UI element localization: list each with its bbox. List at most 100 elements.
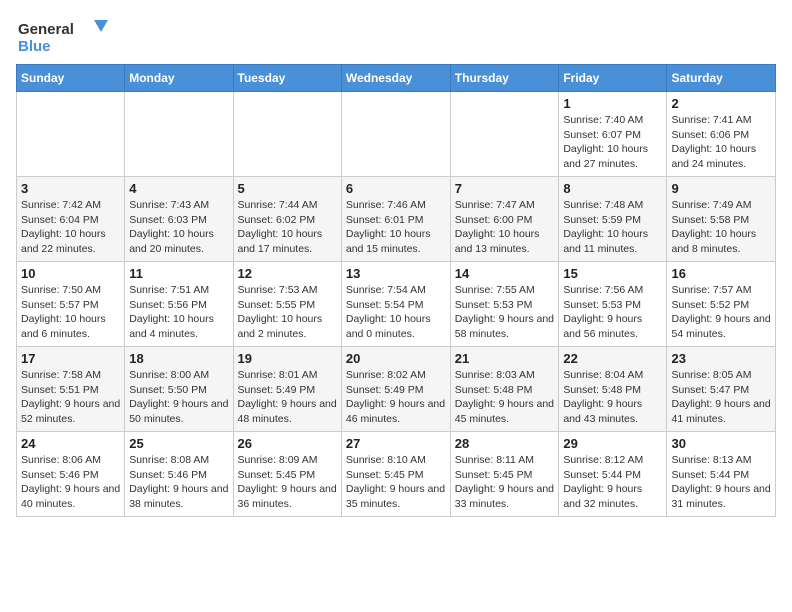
header-cell-wednesday: Wednesday xyxy=(341,65,450,92)
day-cell: 5 Sunrise: 7:44 AM Sunset: 6:02 PM Daylig… xyxy=(233,177,341,262)
day-info: Sunrise: 7:46 AM Sunset: 6:01 PM Dayligh… xyxy=(346,198,446,257)
day-number: 27 xyxy=(346,436,446,451)
day-info: Sunrise: 8:02 AM Sunset: 5:49 PM Dayligh… xyxy=(346,368,446,427)
day-cell: 22 Sunrise: 8:04 AM Sunset: 5:48 PM Dayli… xyxy=(559,347,667,432)
day-cell: 4 Sunrise: 7:43 AM Sunset: 6:03 PM Daylig… xyxy=(125,177,233,262)
day-cell: 24 Sunrise: 8:06 AM Sunset: 5:46 PM Dayli… xyxy=(17,432,125,517)
day-cell xyxy=(17,92,125,177)
day-info: Sunrise: 7:49 AM Sunset: 5:58 PM Dayligh… xyxy=(671,198,771,257)
day-cell: 21 Sunrise: 8:03 AM Sunset: 5:48 PM Dayli… xyxy=(450,347,559,432)
day-number: 7 xyxy=(455,181,555,196)
day-number: 12 xyxy=(238,266,337,281)
day-cell: 2 Sunrise: 7:41 AM Sunset: 6:06 PM Daylig… xyxy=(667,92,776,177)
day-cell: 17 Sunrise: 7:58 AM Sunset: 5:51 PM Dayli… xyxy=(17,347,125,432)
week-row-2: 3Sunrise: 7:42 AM Sunset: 6:04 PM Daylig… xyxy=(17,177,776,262)
day-number: 24 xyxy=(21,436,120,451)
day-cell: 8 Sunrise: 7:48 AM Sunset: 5:59 PM Daylig… xyxy=(559,177,667,262)
day-cell: 9 Sunrise: 7:49 AM Sunset: 5:58 PM Daylig… xyxy=(667,177,776,262)
day-cell: 3Sunrise: 7:42 AM Sunset: 6:04 PM Daylig… xyxy=(17,177,125,262)
day-cell: 29 Sunrise: 8:12 AM Sunset: 5:44 PM Dayli… xyxy=(559,432,667,517)
day-info: Sunrise: 7:56 AM Sunset: 5:53 PM Dayligh… xyxy=(563,283,662,342)
day-cell xyxy=(450,92,559,177)
day-cell: 19 Sunrise: 8:01 AM Sunset: 5:49 PM Dayli… xyxy=(233,347,341,432)
day-number: 29 xyxy=(563,436,662,451)
week-row-4: 17 Sunrise: 7:58 AM Sunset: 5:51 PM Dayli… xyxy=(17,347,776,432)
day-number: 23 xyxy=(671,351,771,366)
day-cell xyxy=(233,92,341,177)
day-cell: 27Sunrise: 8:10 AM Sunset: 5:45 PM Dayli… xyxy=(341,432,450,517)
day-number: 28 xyxy=(455,436,555,451)
day-info: Sunrise: 7:47 AM Sunset: 6:00 PM Dayligh… xyxy=(455,198,555,257)
day-number: 21 xyxy=(455,351,555,366)
day-cell: 1 Sunrise: 7:40 AM Sunset: 6:07 PM Daylig… xyxy=(559,92,667,177)
day-number: 10 xyxy=(21,266,120,281)
week-row-3: 10 Sunrise: 7:50 AM Sunset: 5:57 PM Dayli… xyxy=(17,262,776,347)
day-info: Sunrise: 8:03 AM Sunset: 5:48 PM Dayligh… xyxy=(455,368,555,427)
day-info: Sunrise: 7:53 AM Sunset: 5:55 PM Dayligh… xyxy=(238,283,337,342)
calendar-header: SundayMondayTuesdayWednesdayThursdayFrid… xyxy=(17,65,776,92)
day-number: 2 xyxy=(671,96,771,111)
day-info: Sunrise: 8:04 AM Sunset: 5:48 PM Dayligh… xyxy=(563,368,662,427)
day-info: Sunrise: 7:48 AM Sunset: 5:59 PM Dayligh… xyxy=(563,198,662,257)
day-info: Sunrise: 7:57 AM Sunset: 5:52 PM Dayligh… xyxy=(671,283,771,342)
day-number: 20 xyxy=(346,351,446,366)
page-header: GeneralBlue xyxy=(16,16,776,56)
day-info: Sunrise: 7:50 AM Sunset: 5:57 PM Dayligh… xyxy=(21,283,120,342)
day-number: 5 xyxy=(238,181,337,196)
day-info: Sunrise: 7:51 AM Sunset: 5:56 PM Dayligh… xyxy=(129,283,228,342)
day-info: Sunrise: 7:41 AM Sunset: 6:06 PM Dayligh… xyxy=(671,113,771,172)
day-cell: 15 Sunrise: 7:56 AM Sunset: 5:53 PM Dayli… xyxy=(559,262,667,347)
day-info: Sunrise: 8:06 AM Sunset: 5:46 PM Dayligh… xyxy=(21,453,120,512)
day-cell xyxy=(341,92,450,177)
calendar-table: SundayMondayTuesdayWednesdayThursdayFrid… xyxy=(16,64,776,517)
header-cell-monday: Monday xyxy=(125,65,233,92)
header-cell-tuesday: Tuesday xyxy=(233,65,341,92)
day-info: Sunrise: 7:58 AM Sunset: 5:51 PM Dayligh… xyxy=(21,368,120,427)
logo: GeneralBlue xyxy=(16,16,116,56)
day-number: 1 xyxy=(563,96,662,111)
day-cell: 13Sunrise: 7:54 AM Sunset: 5:54 PM Dayli… xyxy=(341,262,450,347)
day-number: 3 xyxy=(21,181,120,196)
day-cell xyxy=(125,92,233,177)
header-cell-thursday: Thursday xyxy=(450,65,559,92)
day-number: 6 xyxy=(346,181,446,196)
day-number: 17 xyxy=(21,351,120,366)
header-row: SundayMondayTuesdayWednesdayThursdayFrid… xyxy=(17,65,776,92)
svg-text:Blue: Blue xyxy=(18,38,51,55)
day-number: 9 xyxy=(671,181,771,196)
day-number: 16 xyxy=(671,266,771,281)
day-cell: 25 Sunrise: 8:08 AM Sunset: 5:46 PM Dayli… xyxy=(125,432,233,517)
day-cell: 18Sunrise: 8:00 AM Sunset: 5:50 PM Dayli… xyxy=(125,347,233,432)
day-number: 15 xyxy=(563,266,662,281)
day-cell: 7 Sunrise: 7:47 AM Sunset: 6:00 PM Daylig… xyxy=(450,177,559,262)
day-number: 8 xyxy=(563,181,662,196)
day-cell: 10 Sunrise: 7:50 AM Sunset: 5:57 PM Dayli… xyxy=(17,262,125,347)
day-number: 19 xyxy=(238,351,337,366)
day-cell: 6 Sunrise: 7:46 AM Sunset: 6:01 PM Daylig… xyxy=(341,177,450,262)
day-info: Sunrise: 8:01 AM Sunset: 5:49 PM Dayligh… xyxy=(238,368,337,427)
day-info: Sunrise: 7:54 AM Sunset: 5:54 PM Dayligh… xyxy=(346,283,446,342)
day-info: Sunrise: 7:44 AM Sunset: 6:02 PM Dayligh… xyxy=(238,198,337,257)
day-info: Sunrise: 8:05 AM Sunset: 5:47 PM Dayligh… xyxy=(671,368,771,427)
day-cell: 11Sunrise: 7:51 AM Sunset: 5:56 PM Dayli… xyxy=(125,262,233,347)
day-cell: 14Sunrise: 7:55 AM Sunset: 5:53 PM Dayli… xyxy=(450,262,559,347)
svg-text:General: General xyxy=(18,21,74,38)
day-cell: 28Sunrise: 8:11 AM Sunset: 5:45 PM Dayli… xyxy=(450,432,559,517)
header-cell-sunday: Sunday xyxy=(17,65,125,92)
day-info: Sunrise: 8:12 AM Sunset: 5:44 PM Dayligh… xyxy=(563,453,662,512)
week-row-1: 1 Sunrise: 7:40 AM Sunset: 6:07 PM Daylig… xyxy=(17,92,776,177)
day-info: Sunrise: 8:08 AM Sunset: 5:46 PM Dayligh… xyxy=(129,453,228,512)
day-number: 26 xyxy=(238,436,337,451)
day-number: 4 xyxy=(129,181,228,196)
day-number: 30 xyxy=(671,436,771,451)
day-cell: 20 Sunrise: 8:02 AM Sunset: 5:49 PM Dayli… xyxy=(341,347,450,432)
day-info: Sunrise: 7:43 AM Sunset: 6:03 PM Dayligh… xyxy=(129,198,228,257)
day-info: Sunrise: 7:40 AM Sunset: 6:07 PM Dayligh… xyxy=(563,113,662,172)
day-cell: 16 Sunrise: 7:57 AM Sunset: 5:52 PM Dayli… xyxy=(667,262,776,347)
day-number: 22 xyxy=(563,351,662,366)
day-info: Sunrise: 8:13 AM Sunset: 5:44 PM Dayligh… xyxy=(671,453,771,512)
calendar-body: 1 Sunrise: 7:40 AM Sunset: 6:07 PM Daylig… xyxy=(17,92,776,517)
day-cell: 26Sunrise: 8:09 AM Sunset: 5:45 PM Dayli… xyxy=(233,432,341,517)
day-number: 25 xyxy=(129,436,228,451)
day-cell: 23 Sunrise: 8:05 AM Sunset: 5:47 PM Dayli… xyxy=(667,347,776,432)
